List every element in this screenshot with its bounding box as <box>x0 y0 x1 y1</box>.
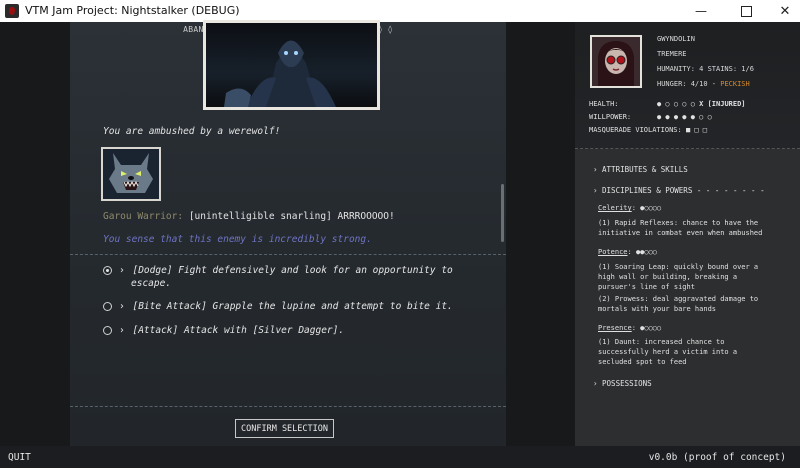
window-title: VTM Jam Project: Nightstalker (DEBUG) <box>25 4 240 17</box>
power-text: pursuer's line of sight <box>598 283 695 291</box>
power-text: (1) Rapid Reflexes: chance to have the <box>598 219 759 227</box>
version-label: v0.0b (proof of concept) <box>648 452 786 463</box>
willpower-dots: ● ● ● ● ● ○ ○ <box>657 113 712 121</box>
power-daunt: (1) Daunt: increased chance to successfu… <box>598 337 737 367</box>
character-sheet-header: GWYNDOLIN TREMERE HUMANITY: 4 STAINS: 1/… <box>575 22 800 149</box>
health-status: [INJURED] <box>707 100 746 108</box>
chevron-right-icon: › <box>119 265 125 276</box>
power-text: high wall or building, breaking a <box>598 273 738 281</box>
hunger-state: PECKISH <box>720 80 750 88</box>
discipline-potence: Potence: ●●○○○ <box>598 247 657 257</box>
humanity-stains: HUMANITY: 4 STAINS: 1/6 <box>657 65 754 73</box>
enemy-dialogue: Garou Warrior: [unintelligible snarling]… <box>103 211 395 222</box>
choice-text-cont: escape. <box>131 278 172 289</box>
minimize-button[interactable]: — <box>682 0 720 22</box>
willpower-label: WILLPOWER: <box>589 113 632 121</box>
character-name: GWYNDOLIN <box>657 35 695 43</box>
discipline-name: Presence <box>598 324 632 332</box>
health-row: HEALTH: ● ○ ○ ○ ○ X [INJURED] <box>589 98 746 111</box>
power-prowess: (2) Prowess: deal aggravated damage to m… <box>598 294 758 314</box>
discipline-dots: : ●○○○○ <box>631 324 662 332</box>
masquerade-boxes: ■ □ □ <box>685 126 708 134</box>
character-panel: GWYNDOLIN TREMERE HUMANITY: 4 STAINS: 1/… <box>575 22 800 446</box>
willpower-row: WILLPOWER: ● ● ● ● ● ○ ○ <box>589 111 746 124</box>
power-text: successfully herd a victim into a <box>598 348 738 356</box>
attributes-skills-toggle[interactable]: › ATTRIBUTES & SKILLS <box>593 165 688 174</box>
chevron-right-icon: › <box>119 301 125 312</box>
hunger-row: HUNGER: 4/10 - PECKISH <box>657 77 754 92</box>
discipline-name: Celerity <box>598 204 632 212</box>
close-icon: ✕ <box>779 3 791 19</box>
ambush-text: You are ambushed by a werewolf! <box>103 126 281 137</box>
sense-text: You sense that this enemy is incredibly … <box>103 234 372 245</box>
power-soaring-leap: (1) Soaring Leap: quickly bound over a h… <box>598 262 758 292</box>
radio-icon[interactable] <box>103 326 112 335</box>
choice-text: [Dodge] Fight defensively and look for a… <box>132 265 453 276</box>
discipline-name: Potence <box>598 248 628 256</box>
masquerade-row: MASQUERADE VIOLATIONS: ■ □ □ <box>589 124 746 137</box>
power-rapid-reflexes: (1) Rapid Reflexes: chance to have the i… <box>598 218 762 238</box>
confirm-selection-button[interactable]: CONFIRM SELECTION <box>235 419 334 438</box>
choice-attack[interactable]: › [Attack] Attack with [Silver Dagger]. <box>103 324 473 337</box>
divider <box>70 254 506 255</box>
tracker-stats: HEALTH: ● ○ ○ ○ ○ X [INJURED] WILLPOWER:… <box>589 98 746 137</box>
window-titlebar: VTM Jam Project: Nightstalker (DEBUG) — … <box>0 0 800 23</box>
radio-selected-icon[interactable] <box>103 266 112 275</box>
power-text: mortals with your bare hands <box>598 305 717 313</box>
power-text: (1) Daunt: increased chance to <box>598 338 725 346</box>
power-text: initiative in combat even when ambushed <box>598 229 763 237</box>
discipline-celerity: Celerity: ●○○○○ <box>598 203 661 213</box>
character-info: GWYNDOLIN TREMERE HUMANITY: 4 STAINS: 1/… <box>657 32 754 92</box>
discipline-dots: : ●●○○○ <box>627 248 658 256</box>
power-text: (2) Prowess: deal aggravated damage to <box>598 295 759 303</box>
choice-text: [Bite Attack] Grapple the lupine and att… <box>132 301 453 312</box>
narrative-panel: ABANDONED MILL, EXTERIOR - MIDNIGHT ◊ ◊ … <box>70 20 506 446</box>
possessions-toggle[interactable]: › POSSESSIONS <box>593 379 652 388</box>
speaker-line: [unintelligible snarling] ARRROOOOO! <box>188 211 395 222</box>
speaker-name: Garou Warrior: <box>103 211 184 222</box>
character-portrait <box>590 35 642 88</box>
radio-icon[interactable] <box>103 302 112 311</box>
discipline-presence: Presence: ●○○○○ <box>598 323 661 333</box>
health-label: HEALTH: <box>589 100 619 108</box>
choice-text: [Attack] Attack with [Silver Dagger]. <box>132 325 345 336</box>
choice-dodge[interactable]: › [Dodge] Fight defensively and look for… <box>103 264 473 290</box>
minimize-icon: — <box>695 4 707 18</box>
disciplines-powers-toggle[interactable]: › DISCIPLINES & POWERS - - - - - - - - <box>593 186 765 195</box>
narrative-scrollbar[interactable] <box>501 184 504 242</box>
app-icon <box>5 4 19 18</box>
power-text: (1) Soaring Leap: quickly bound over a <box>598 263 759 271</box>
character-clan: TREMERE <box>657 50 687 58</box>
discipline-dots: : ●○○○○ <box>631 204 662 212</box>
masquerade-label: MASQUERADE VIOLATIONS: <box>589 126 682 134</box>
divider <box>70 406 506 407</box>
power-text: secluded spot to feed <box>598 358 687 366</box>
maximize-icon <box>740 5 752 17</box>
footer-bar: QUIT v0.0b (proof of concept) <box>0 446 800 468</box>
maximize-button[interactable] <box>727 0 765 22</box>
close-button[interactable]: ✕ <box>766 0 800 22</box>
choice-bite-attack[interactable]: › [Bite Attack] Grapple the lupine and a… <box>103 300 473 313</box>
health-damage-x: X <box>699 100 704 108</box>
health-dots: ● ○ ○ ○ ○ <box>657 100 695 108</box>
scene-image <box>203 20 380 110</box>
werewolf-portrait <box>101 147 161 201</box>
hunger-value: HUNGER: 4/10 - <box>657 80 717 88</box>
quit-button[interactable]: QUIT <box>8 452 31 463</box>
chevron-right-icon: › <box>119 325 125 336</box>
